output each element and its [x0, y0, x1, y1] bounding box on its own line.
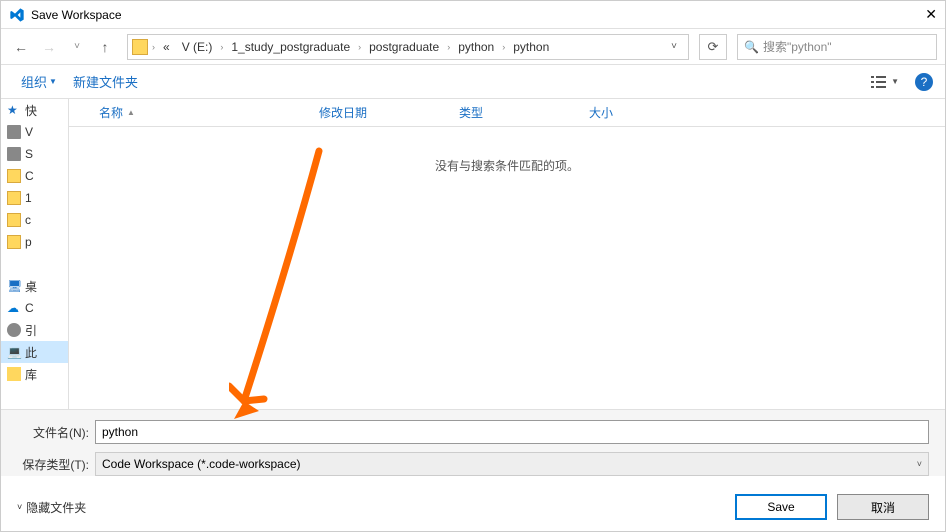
folder-icon [7, 235, 21, 249]
drive-icon [7, 125, 21, 139]
sidebar-item[interactable]: 1 [1, 187, 68, 209]
folder-icon [7, 213, 21, 227]
vscode-icon [9, 7, 25, 23]
empty-message: 没有与搜索条件匹配的项。 [69, 127, 945, 174]
close-button[interactable]: ✕ [907, 6, 937, 23]
chevron-right-icon: › [152, 42, 155, 52]
sidebar-item-favorites[interactable]: ★快 [1, 99, 68, 121]
breadcrumb[interactable]: › « V (E:) › 1_study_postgraduate › post… [127, 34, 689, 60]
library-icon [7, 367, 21, 381]
drive-icon [7, 147, 21, 161]
chevron-down-icon: ˅ [17, 502, 22, 512]
parent-button[interactable]: ↑ [93, 35, 117, 59]
sort-arrow-icon: ▲ [127, 108, 135, 117]
breadcrumb-item[interactable]: postgraduate [365, 38, 443, 56]
organize-button[interactable]: 组织 ▼ [13, 68, 65, 95]
star-icon: ★ [7, 103, 21, 117]
desktop-icon: 🖥 [7, 279, 21, 293]
hide-folders-toggle[interactable]: ˅ 隐藏文件夹 [17, 499, 86, 516]
filename-label: 文件名(N): [17, 424, 89, 441]
chevron-right-icon: › [447, 42, 450, 52]
sidebar-item-libraries[interactable]: 库 [1, 363, 68, 385]
back-button[interactable]: ← [9, 35, 33, 59]
sidebar-item-onedrive[interactable]: ☁C [1, 297, 68, 319]
sidebar-item[interactable]: c [1, 209, 68, 231]
chevron-right-icon: › [220, 42, 223, 52]
window-title: Save Workspace [31, 8, 907, 22]
search-icon: 🔍 [744, 40, 759, 54]
chevron-down-icon: ˅ [917, 459, 922, 469]
sidebar: ★快 V S C 1 c p 🖥桌 ☁C 引 💻此 库 [1, 99, 69, 409]
filetype-label: 保存类型(T): [17, 456, 89, 473]
column-size[interactable]: 大小 [579, 104, 679, 121]
view-options-button[interactable]: ▼ [865, 71, 905, 93]
folder-icon [7, 169, 21, 183]
filetype-select[interactable]: Code Workspace (*.code-workspace) ˅ [95, 452, 929, 476]
sidebar-item-desktop[interactable]: 🖥桌 [1, 275, 68, 297]
sidebar-item[interactable]: S [1, 143, 68, 165]
breadcrumb-item[interactable]: V (E:) [178, 38, 217, 56]
up-button[interactable]: ˅ [65, 35, 89, 59]
folder-icon [7, 191, 21, 205]
chevron-right-icon: › [358, 42, 361, 52]
breadcrumb-item[interactable]: python [509, 38, 553, 56]
refresh-button[interactable]: ⟳ [699, 34, 727, 60]
forward-button[interactable]: → [37, 35, 61, 59]
sidebar-item[interactable]: V [1, 121, 68, 143]
column-name[interactable]: 名称▲ [69, 104, 309, 121]
search-input[interactable]: 🔍 搜索"python" [737, 34, 937, 60]
annotation-arrow [229, 141, 339, 431]
folder-icon [132, 39, 148, 55]
chevron-down-icon[interactable]: ˅ [664, 41, 684, 52]
new-folder-button[interactable]: 新建文件夹 [65, 68, 146, 95]
help-button[interactable]: ? [915, 73, 933, 91]
cancel-button[interactable]: 取消 [837, 494, 929, 520]
file-list: 名称▲ 修改日期 类型 大小 没有与搜索条件匹配的项。 [69, 99, 945, 409]
breadcrumb-item[interactable]: python [454, 38, 498, 56]
column-type[interactable]: 类型 [449, 104, 579, 121]
filename-input[interactable] [95, 420, 929, 444]
sidebar-item[interactable]: p [1, 231, 68, 253]
breadcrumb-item[interactable]: 1_study_postgraduate [227, 38, 354, 56]
chevron-right-icon: › [502, 42, 505, 52]
sidebar-item-user[interactable]: 引 [1, 319, 68, 341]
computer-icon: 💻 [7, 345, 21, 359]
cloud-icon: ☁ [7, 301, 21, 315]
sidebar-separator [1, 253, 68, 275]
sidebar-item[interactable]: C [1, 165, 68, 187]
user-icon [7, 323, 21, 337]
sidebar-item-thispc[interactable]: 💻此 [1, 341, 68, 363]
column-date[interactable]: 修改日期 [309, 104, 449, 121]
view-icon [871, 75, 889, 89]
save-button[interactable]: Save [735, 494, 827, 520]
